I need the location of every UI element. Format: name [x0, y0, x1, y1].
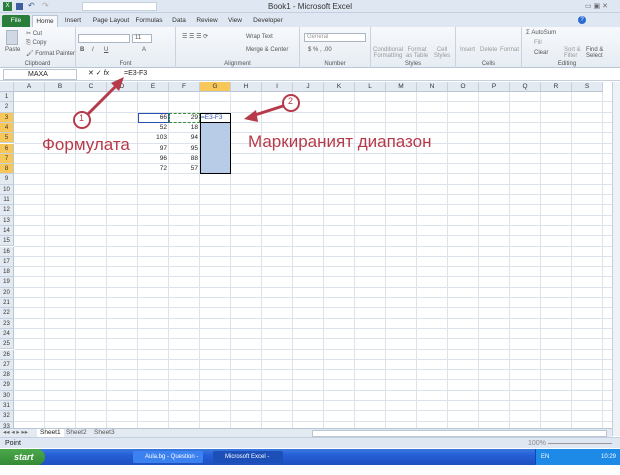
range-annotation: Маркираният диапазон	[248, 132, 432, 151]
arrow-1-line	[86, 82, 120, 116]
marker-2-number: 2	[288, 96, 294, 106]
marker-1-number: 1	[79, 113, 85, 123]
formula-annotation: Формулата	[42, 135, 130, 154]
annotation-arrows	[73, 77, 300, 129]
arrow-2-head	[244, 110, 258, 122]
